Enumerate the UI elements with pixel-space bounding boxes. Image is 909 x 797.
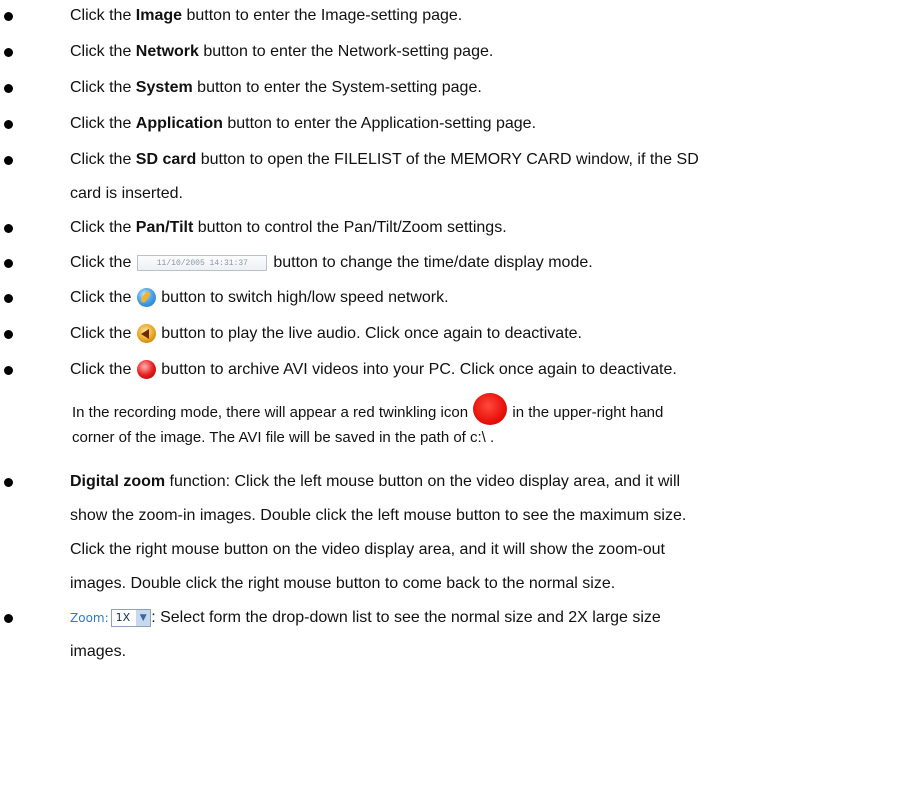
- item-text: In the recording mode, there will appear…: [72, 404, 469, 421]
- manual-page: Click the Image button to enter the Imag…: [0, 0, 909, 797]
- item-text: button to enter the Network-setting page…: [198, 43, 494, 60]
- list-item: Click the System button to enter the Sys…: [70, 77, 901, 99]
- list-item: Click the Pan/Tilt button to control the…: [70, 217, 901, 239]
- item-keyword: Pan/Tilt: [135, 219, 194, 236]
- item-text: Click the: [70, 151, 136, 168]
- list-item-continuation: corner of the image. The AVI file will b…: [72, 427, 901, 449]
- item-text: button to change the time/date display m…: [273, 254, 593, 271]
- item-text: Click the: [70, 361, 132, 378]
- item-keyword: SD card: [135, 151, 197, 168]
- item-text: in the upper-right hand: [512, 404, 664, 421]
- item-text: show the zoom-in images. Double click th…: [70, 507, 687, 524]
- bullet: [4, 120, 13, 129]
- list-item-continuation: card is inserted.: [70, 183, 901, 205]
- list-item: Click the Image button to enter the Imag…: [70, 5, 901, 27]
- network-speed-icon[interactable]: [136, 288, 156, 308]
- item-text: Click the: [70, 79, 136, 96]
- bullet: [4, 478, 13, 487]
- item-text: button to control the Pan/Tilt/Zoom sett…: [193, 219, 507, 236]
- zoom-label: Zoom:: [70, 611, 109, 625]
- item-keyword: Digital zoom: [70, 473, 166, 490]
- item-keyword: System: [135, 79, 193, 96]
- item-text: button to enter the Application-setting …: [222, 115, 537, 132]
- bullet: [4, 294, 13, 303]
- item-text: Click the: [70, 254, 132, 271]
- list-item-continuation: show the zoom-in images. Double click th…: [70, 505, 901, 527]
- list-item: Click the 11/10/2005 14:31:37 button to ch…: [70, 252, 901, 274]
- list-item: Click the button to switch high/low spee…: [70, 287, 901, 309]
- item-text: Click the: [70, 325, 132, 342]
- item-text: button to archive AVI videos into your P…: [161, 361, 677, 378]
- item-text: Click the right mouse button on the vide…: [70, 541, 665, 558]
- bullet: [4, 224, 13, 233]
- date-time-button[interactable]: 11/10/2005 14:31:37: [137, 254, 268, 271]
- list-item-continuation: In the recording mode, there will appear…: [72, 393, 901, 425]
- chevron-down-icon[interactable]: ▼: [136, 609, 151, 626]
- list-item: Click the SD card button to open the FIL…: [70, 149, 901, 171]
- item-text: button to switch high/low speed network.: [161, 289, 449, 306]
- list-item: Digital zoom function: Click the left mo…: [70, 471, 901, 493]
- item-text: Click the: [70, 115, 136, 132]
- bullet: [4, 48, 13, 57]
- list-item: Click the Network button to enter the Ne…: [70, 41, 901, 63]
- item-text: corner of the image. The AVI file will b…: [72, 429, 495, 446]
- bullet: [4, 366, 13, 375]
- item-text: button to enter the System-setting page.: [192, 79, 482, 96]
- item-text: card is inserted.: [70, 185, 183, 202]
- bullet: [4, 12, 13, 21]
- item-text: Click the: [70, 219, 136, 236]
- list-item: Click the button to play the live audio.…: [70, 323, 901, 345]
- item-text: images. Double click the right mouse but…: [70, 575, 616, 592]
- list-item: Click the Application button to enter th…: [70, 113, 901, 135]
- list-item: Click the button to archive AVI videos i…: [70, 359, 901, 381]
- item-text: Click the: [70, 43, 136, 60]
- item-text: Click the: [70, 7, 136, 24]
- bullet: [4, 330, 13, 339]
- bullet: [4, 259, 13, 268]
- bullet: [4, 614, 13, 623]
- record-icon[interactable]: [136, 360, 156, 380]
- item-text: button to open the FILELIST of the MEMOR…: [196, 151, 699, 168]
- item-text: : Select form the drop-down list to see …: [151, 609, 661, 626]
- item-text: button to play the live audio. Click onc…: [161, 325, 582, 342]
- zoom-select[interactable]: 1X ▼: [110, 608, 152, 627]
- bullet: [4, 156, 13, 165]
- list-item-continuation: Click the right mouse button on the vide…: [70, 539, 901, 561]
- bullet: [4, 84, 13, 93]
- list-item: Zoom: 1X ▼: Select form the drop-down list…: [70, 607, 901, 629]
- recording-indicator-icon: [473, 393, 508, 425]
- item-text: button to enter the Image-setting page.: [182, 7, 463, 24]
- list-item-continuation: images. Double click the right mouse but…: [70, 573, 901, 595]
- item-text: Click the: [70, 289, 132, 306]
- item-text: function: Click the left mouse button on…: [165, 473, 681, 490]
- zoom-select-value: 1X: [115, 610, 131, 624]
- item-keyword: Image: [135, 7, 183, 24]
- item-keyword: Network: [135, 43, 199, 60]
- item-keyword: Application: [135, 115, 223, 132]
- audio-speaker-icon[interactable]: [136, 324, 156, 344]
- item-text: images.: [70, 643, 127, 660]
- list-item-continuation: images.: [70, 641, 901, 663]
